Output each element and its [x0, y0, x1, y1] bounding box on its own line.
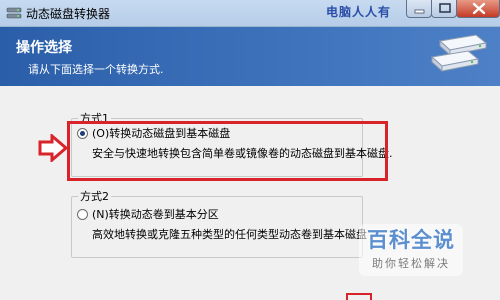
option-2-label[interactable]: (N)转换动态卷到基本分区	[92, 206, 219, 222]
maximize-icon	[439, 3, 451, 13]
window-titlebar[interactable]: 动态磁盘转换器 电脑人人有	[0, 0, 500, 27]
close-icon	[472, 2, 486, 15]
next-button-highlight	[346, 293, 372, 300]
right-arrow-icon	[38, 134, 68, 162]
baike-title: 百科全说	[367, 228, 455, 252]
highlight-box	[67, 121, 388, 181]
disk-drives-icon	[430, 34, 488, 73]
window-title: 动态磁盘转换器	[26, 7, 111, 21]
option-2-radio[interactable]	[77, 209, 88, 220]
header-subtitle: 请从下面选择一个转换方式.	[28, 63, 164, 76]
maximize-button[interactable]	[431, 0, 457, 18]
disk-app-icon	[6, 7, 22, 19]
minimize-icon	[414, 9, 425, 14]
close-button[interactable]	[456, 0, 500, 18]
watermark-text: 电脑人人有	[326, 5, 392, 19]
wizard-header: 操作选择 请从下面选择一个转换方式.	[0, 27, 500, 86]
baike-subtitle: 助你轻松解决	[372, 257, 450, 270]
option-group-2-label: 方式2	[78, 188, 111, 204]
header-title: 操作选择	[16, 40, 72, 56]
option-2-description: 高效地转换或克隆五种类型的任何类型动态卷到基本磁盘	[92, 228, 367, 241]
minimize-button[interactable]	[406, 0, 432, 18]
